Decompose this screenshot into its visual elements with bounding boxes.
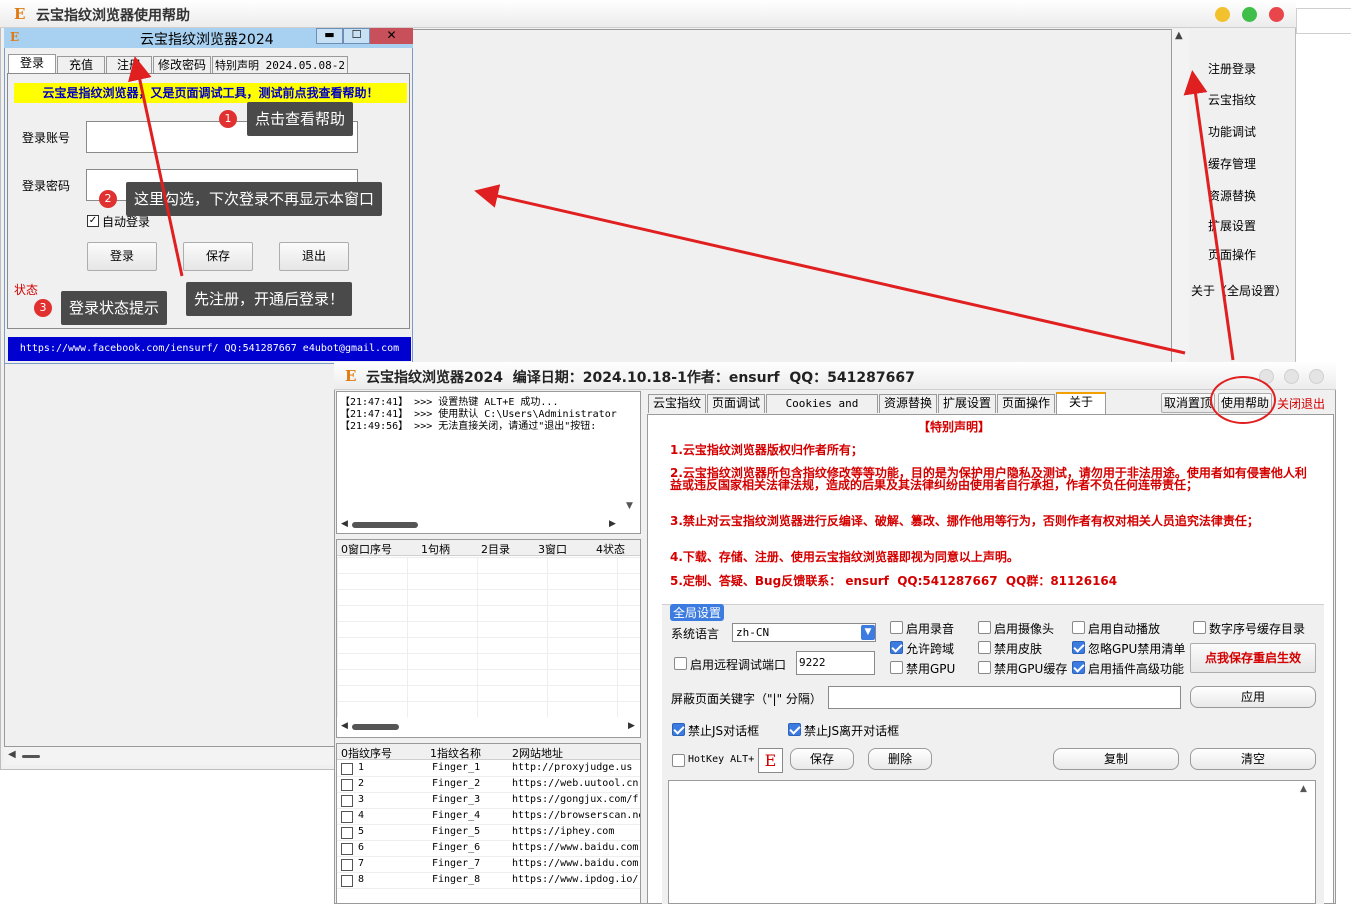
arrow-to-register-tab bbox=[128, 56, 184, 277]
annotation-arrows bbox=[128, 56, 1235, 361]
arrow-help-to-nav bbox=[1183, 70, 1235, 361]
arrow-help-to-content bbox=[474, 184, 1186, 355]
